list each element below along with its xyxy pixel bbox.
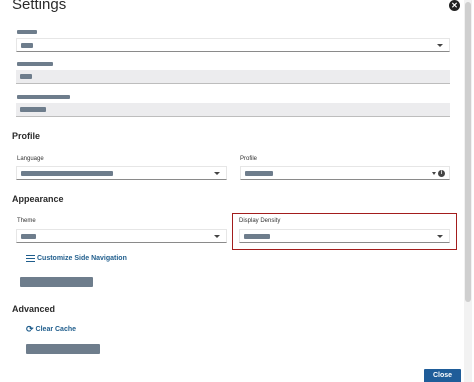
chevron-down-icon [437,44,443,47]
customize-side-navigation-link[interactable]: Customize Side Navigation [26,255,127,262]
profile-value [245,171,273,176]
dialog-title: Settings [12,0,67,13]
redacted-value [20,74,32,79]
display-density-label: Display Density [239,218,281,224]
redacted-button[interactable] [26,344,100,354]
customize-side-navigation-label: Customize Side Navigation [37,255,127,262]
chevron-down-icon [437,235,443,238]
clear-cache-link[interactable]: ⟳ Clear Cache [26,325,76,334]
chevron-down-icon [214,172,220,175]
info-icon[interactable]: i [438,170,445,177]
chevron-down-icon [432,172,436,175]
redacted-value [21,43,33,48]
redacted-readonly-field [16,103,450,117]
theme-select[interactable] [16,229,227,243]
redacted-readonly-field [16,70,450,84]
hamburger-icon [26,255,35,262]
redacted-label [17,62,53,66]
settings-dialog: Settings ✕ Profile Language Profile i Ap… [0,0,474,382]
language-select[interactable] [16,166,227,180]
redacted-select[interactable] [16,38,450,52]
section-appearance-heading: Appearance [12,194,64,204]
display-density-select[interactable] [239,229,450,243]
scrollbar[interactable] [464,0,472,382]
refresh-icon: ⟳ [26,324,34,334]
language-label: Language [17,156,44,162]
clear-cache-label: Clear Cache [35,326,77,333]
close-button[interactable]: Close [424,369,461,382]
profile-label: Profile [240,156,258,162]
redacted-button[interactable] [20,277,93,287]
redacted-label [17,30,37,34]
dialog-close-icon[interactable]: ✕ [449,0,460,11]
language-value [21,171,113,176]
section-profile-heading: Profile [12,131,41,141]
redacted-value [20,107,46,112]
section-advanced-heading: Advanced [12,304,56,314]
theme-label: Theme [17,218,36,224]
chevron-down-icon [214,235,220,238]
profile-select[interactable]: i [240,166,450,180]
redacted-label [17,95,70,99]
display-density-value [244,234,270,239]
scrollbar-thumb[interactable] [465,2,471,302]
theme-value [21,234,36,239]
